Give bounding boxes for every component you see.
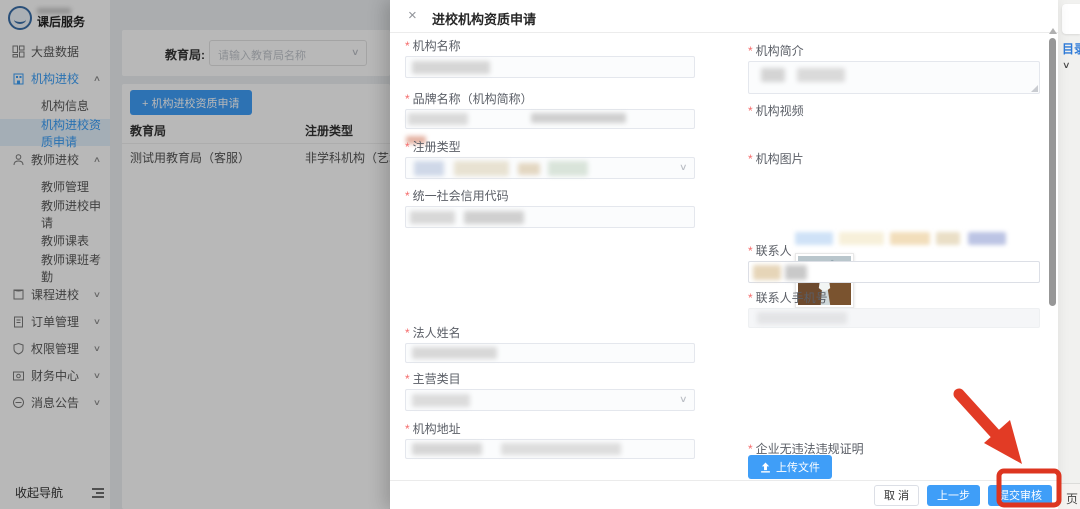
- toc-label[interactable]: 目录: [1062, 40, 1080, 57]
- redacted-value: [410, 211, 455, 224]
- scrollbar-thumb[interactable]: [1049, 38, 1056, 306]
- redacted-value: [414, 161, 444, 176]
- field-org-name: 机构名称: [405, 39, 695, 78]
- redacted-value: [501, 443, 621, 455]
- screen: 课后服务 大盘数据 机构进校 ∧ 机构信息 机构进校资质申请 教师进校 ∧: [0, 0, 1080, 509]
- drawer-header: × 进校机构资质申请: [390, 0, 1058, 33]
- contact-input[interactable]: [748, 261, 1040, 283]
- redacted-value: [757, 312, 847, 324]
- adjacent-window-card: [1062, 4, 1080, 34]
- chevron-down-icon: ∨: [679, 394, 688, 405]
- redacted-value: [753, 265, 781, 280]
- cancel-button[interactable]: 取 消: [874, 485, 919, 506]
- redacted-value: [412, 347, 497, 359]
- redacted-value: [797, 68, 845, 82]
- field-org-address: 机构地址: [405, 422, 695, 459]
- redacted-value: [408, 113, 468, 125]
- field-credit-code: 统一社会信用代码: [405, 189, 695, 228]
- drawer-footer: 取 消 上一步 提交审核: [390, 480, 1058, 509]
- legal-person-input[interactable]: [405, 343, 695, 363]
- contact-phone-input[interactable]: [748, 308, 1040, 328]
- field-org-intro: 机构简介: [748, 44, 1040, 94]
- org-intro-textarea[interactable]: [748, 61, 1040, 94]
- field-main-category: 主营类目 ∨: [405, 372, 695, 411]
- field-contact: 联系人: [748, 244, 1040, 283]
- redacted-value: [518, 163, 540, 175]
- page-label: 页: [1066, 490, 1078, 507]
- redacted-value: [412, 394, 470, 407]
- field-brand-name: 品牌名称（机构简称）: [405, 92, 695, 129]
- redacted-value: [454, 161, 509, 176]
- org-name-input[interactable]: [405, 56, 695, 78]
- qualification-drawer: × 进校机构资质申请 机构名称 品牌名称（机构简称） 注册类型: [390, 0, 1058, 509]
- field-contact-phone: 联系人手机号: [748, 291, 1040, 328]
- redacted-value: [531, 113, 626, 123]
- previous-step-button[interactable]: 上一步: [927, 485, 980, 506]
- org-address-input[interactable]: [405, 439, 695, 459]
- redacted-value: [412, 61, 490, 74]
- adjacent-window-statusbar: 页: [1058, 483, 1080, 509]
- brand-name-input[interactable]: [405, 109, 695, 129]
- upload-icon: [760, 462, 771, 473]
- redacted-value: [412, 443, 482, 455]
- submit-review-button[interactable]: 提交审核: [988, 485, 1052, 506]
- field-legal-person: 法人姓名: [405, 326, 695, 363]
- redacted-value: [761, 68, 785, 82]
- field-registration-type: 注册类型 ∨: [405, 140, 695, 179]
- chevron-down-icon: ∨: [679, 162, 688, 173]
- adjacent-window-strip: 目录 ∨ 页: [1058, 0, 1080, 509]
- close-icon[interactable]: ×: [408, 7, 417, 24]
- chevron-down-icon: ∨: [1062, 60, 1071, 71]
- modal-mask[interactable]: [0, 0, 390, 509]
- field-org-video: 机构视频: [748, 104, 1040, 118]
- redacted-value: [464, 211, 524, 224]
- upload-file-button[interactable]: 上传文件: [748, 455, 832, 479]
- redacted-value: [785, 265, 807, 280]
- drawer-title: 进校机构资质申请: [432, 9, 536, 28]
- field-no-violation-cert: 企业无违法违规证明: [748, 442, 1040, 456]
- credit-code-input[interactable]: [405, 206, 695, 228]
- field-org-image: 机构图片: [748, 152, 1040, 166]
- main-category-select[interactable]: ∨: [405, 389, 695, 411]
- registration-type-select[interactable]: ∨: [405, 157, 695, 179]
- redacted-value: [548, 161, 588, 176]
- scroll-up-icon[interactable]: [1049, 28, 1057, 34]
